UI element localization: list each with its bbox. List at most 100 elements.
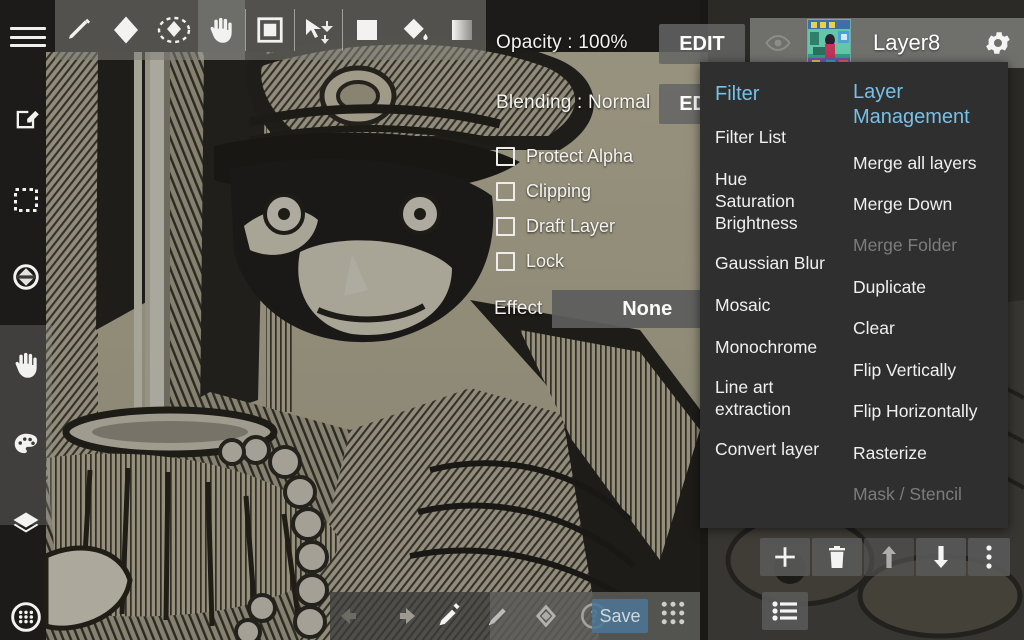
dotted-circle-icon	[10, 601, 42, 633]
left-rail	[0, 60, 52, 640]
sidebar-item-select-area[interactable]	[0, 173, 52, 227]
layer-management-menu-column: Layer Management Merge all layers Merge …	[840, 62, 1008, 528]
layer-thumbnail[interactable]	[807, 19, 851, 67]
layer-header-bar: Layer8	[750, 18, 1024, 68]
gear-icon	[983, 28, 1013, 58]
protect-alpha-checkbox-row[interactable]: Protect Alpha	[496, 146, 633, 167]
square-fill-icon	[352, 15, 382, 45]
menu-item-hue-saturation-brightness[interactable]: Hue Saturation Brightness	[715, 168, 798, 234]
layers-stack-icon	[11, 511, 41, 539]
gradient-icon	[447, 15, 477, 45]
list-icon	[772, 601, 798, 621]
clipping-label: Clipping	[526, 181, 591, 202]
menu-item-merge-folder: Merge Folder	[853, 234, 957, 256]
layer-list-button[interactable]	[762, 592, 808, 630]
layer-management-title: Layer Management	[853, 80, 970, 130]
arrow-down-icon	[931, 545, 951, 569]
lock-label: Lock	[526, 251, 564, 272]
sidebar-item-edit-canvas[interactable]	[0, 92, 52, 146]
transform-tool[interactable]	[246, 0, 294, 60]
menu-item-merge-down[interactable]: Merge Down	[853, 193, 952, 215]
menu-item-flip-horizontally[interactable]: Flip Horizontally	[853, 400, 977, 422]
move-tool[interactable]	[295, 0, 343, 60]
redo-button[interactable]	[378, 592, 426, 640]
layer-name-label[interactable]: Layer8	[851, 30, 972, 56]
draft-layer-checkbox-row[interactable]: Draft Layer	[496, 216, 615, 237]
redo-arrow-icon	[387, 604, 417, 628]
eyedropper-button[interactable]	[426, 592, 474, 640]
sidebar-item-brush-settings[interactable]	[0, 590, 52, 640]
menu-item-filter-list[interactable]: Filter List	[715, 126, 786, 148]
pen-tool[interactable]	[55, 0, 103, 60]
top-toolbar	[55, 0, 486, 60]
eraser-icon	[111, 15, 141, 45]
hand-icon	[10, 349, 42, 381]
plus-icon	[772, 544, 798, 570]
edit-opacity-button[interactable]: EDIT	[659, 24, 745, 64]
eye-icon	[764, 34, 792, 52]
sidebar-item-hand-pan[interactable]	[0, 338, 52, 392]
save-button[interactable]: Save	[592, 599, 648, 633]
menu-item-flip-vertically[interactable]: Flip Vertically	[853, 359, 956, 381]
pen-icon	[64, 15, 94, 45]
grid-menu-button[interactable]	[658, 598, 694, 634]
sidebar-item-layers[interactable]	[0, 498, 52, 552]
select-tool[interactable]	[150, 0, 198, 60]
clipping-checkbox[interactable]	[496, 182, 515, 201]
menu-item-convert-layer[interactable]: Convert layer	[715, 438, 819, 460]
arrow-up-icon	[879, 545, 899, 569]
gradient-tool[interactable]	[438, 0, 486, 60]
draft-layer-label: Draft Layer	[526, 216, 615, 237]
protect-alpha-label: Protect Alpha	[526, 146, 633, 167]
menu-item-rasterize[interactable]: Rasterize	[853, 442, 927, 464]
add-layer-button[interactable]	[760, 538, 810, 576]
hamburger-icon[interactable]	[10, 24, 46, 50]
opacity-label: Opacity : 100%	[496, 32, 628, 54]
lock-checkbox-row[interactable]: Lock	[496, 251, 564, 272]
sidebar-item-rotate-canvas[interactable]	[0, 250, 52, 304]
filter-menu-column: Filter Filter List Hue Saturation Bright…	[700, 62, 840, 528]
eyedropper-icon	[436, 602, 464, 630]
move-layer-down-button[interactable]	[916, 538, 966, 576]
draft-layer-checkbox[interactable]	[496, 217, 515, 236]
blending-label: Blending : Normal	[496, 92, 650, 114]
trash-icon	[826, 545, 848, 569]
pencil-square-icon	[12, 105, 40, 133]
delete-layer-button[interactable]	[812, 538, 862, 576]
effect-label: Effect	[494, 298, 542, 320]
paint-bucket-icon	[400, 15, 430, 45]
eraser-tool[interactable]	[103, 0, 151, 60]
layer-settings-button[interactable]	[972, 18, 1024, 68]
hand-icon	[205, 14, 237, 46]
layer-visibility-toggle[interactable]	[750, 18, 805, 68]
grid-dots-icon	[658, 598, 688, 628]
menu-item-gaussian-blur[interactable]: Gaussian Blur	[715, 252, 825, 274]
clipping-checkbox-row[interactable]: Clipping	[496, 181, 591, 202]
sidebar-item-color-palette[interactable]	[0, 418, 52, 472]
fill-tool[interactable]	[343, 0, 391, 60]
filter-menu-title: Filter	[715, 82, 759, 107]
lock-checkbox[interactable]	[496, 252, 515, 271]
lasso-select-icon	[156, 14, 192, 46]
undo-arrow-icon	[339, 604, 369, 628]
menu-item-duplicate[interactable]: Duplicate	[853, 276, 926, 298]
menu-item-mosaic[interactable]: Mosaic	[715, 294, 770, 316]
menu-item-line-art-extraction[interactable]: Line art extraction	[715, 376, 791, 420]
hand-tool[interactable]	[198, 0, 246, 60]
more-options-button[interactable]	[968, 538, 1010, 576]
rotate-icon	[11, 262, 41, 292]
palette-icon	[11, 430, 41, 460]
app-root: Opacity : 100% Blending : Normal Protect…	[0, 0, 1024, 640]
menu-item-merge-all-layers[interactable]: Merge all layers	[853, 152, 977, 174]
bucket-tool[interactable]	[391, 0, 439, 60]
kebab-menu-icon	[985, 544, 993, 570]
menu-item-mask-stencil: Mask / Stencil	[853, 483, 962, 505]
menu-item-clear[interactable]: Clear	[853, 317, 895, 339]
move-arrows-icon	[302, 15, 336, 45]
dotted-square-icon	[12, 186, 40, 214]
menu-item-monochrome[interactable]: Monochrome	[715, 336, 817, 358]
move-layer-up-button[interactable]	[864, 538, 914, 576]
frame-icon	[255, 15, 285, 45]
protect-alpha-checkbox[interactable]	[496, 147, 515, 166]
undo-button[interactable]	[330, 592, 378, 640]
